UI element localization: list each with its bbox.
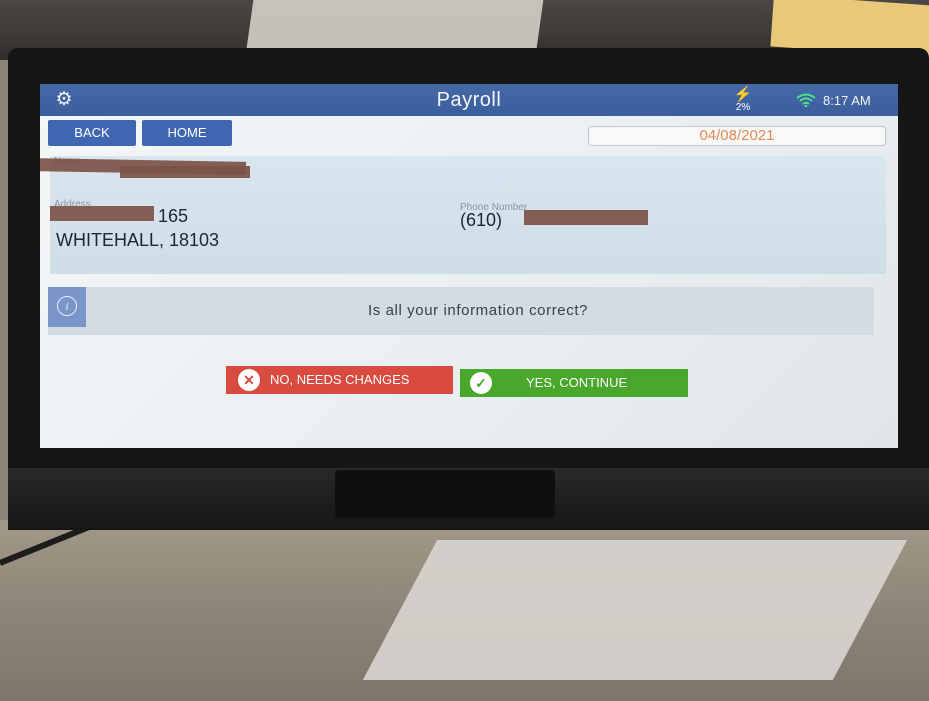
date-display: 04/08/2021 bbox=[588, 126, 886, 146]
yes-button-label: YES, CONTINUE bbox=[526, 375, 628, 390]
kiosk-screen: ⚙ Payroll ⚡ 2% 8:17 AM BACK HOME 04/08/2… bbox=[40, 84, 898, 448]
yes-continue-button[interactable]: ✓ YES, CONTINUE bbox=[460, 369, 688, 397]
check-circle-icon: ✓ bbox=[470, 372, 492, 394]
redaction-phone bbox=[524, 210, 648, 225]
battery-percent: 2% bbox=[735, 102, 751, 113]
desk-paper bbox=[362, 540, 908, 680]
no-button-label: NO, NEEDS CHANGES bbox=[270, 372, 410, 387]
close-circle-icon: ✕ bbox=[238, 369, 260, 391]
confirm-notice: i Is all your information correct? bbox=[48, 287, 874, 335]
home-button[interactable]: HOME bbox=[142, 120, 232, 146]
stand-notch bbox=[335, 470, 555, 518]
clock: 8:17 AM bbox=[823, 93, 871, 108]
phone-value: (610) bbox=[460, 210, 503, 230]
header-bar: ⚙ Payroll ⚡ 2% 8:17 AM bbox=[40, 84, 898, 116]
no-needs-changes-button[interactable]: ✕ NO, NEEDS CHANGES bbox=[226, 366, 453, 394]
back-button[interactable]: BACK bbox=[48, 120, 136, 146]
employee-info-card: Name Address 165 WHITEHALL, 18103 Phone … bbox=[40, 156, 886, 274]
address-line-2: WHITEHALL, 18103 bbox=[56, 230, 220, 250]
background-paper bbox=[246, 0, 544, 48]
app-title: Payroll bbox=[436, 89, 502, 111]
redaction-address bbox=[50, 206, 154, 221]
address-line-1: 165 bbox=[158, 206, 189, 226]
charging-battery-icon: ⚡ 2% bbox=[730, 87, 756, 114]
wifi-icon bbox=[796, 93, 816, 110]
name-value bbox=[50, 164, 250, 174]
notice-text: Is all your information correct? bbox=[367, 302, 589, 319]
